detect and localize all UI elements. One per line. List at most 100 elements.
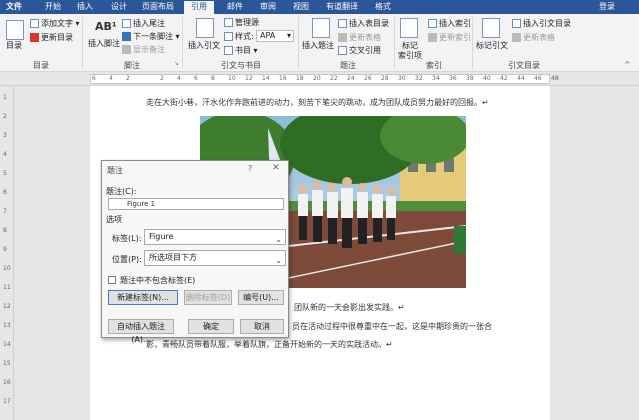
chevron-down-icon: ▾ [286,31,291,40]
insert-index-label: 插入索引 [439,19,471,28]
ruler-tick-label: 40 [483,75,491,82]
numbering-button[interactable]: 编号(U)... [238,290,284,305]
group-label-toc: 目录 [33,61,49,70]
document-paragraph[interactable]: 走在大街小巷，汗水化作奔跑前进的动力，刻苦下笔尖的跳动，成为团队成员努力最好的回… [146,97,489,108]
vertical-ruler-tick-label: 17 [3,398,11,405]
next-footnote-icon [122,32,131,41]
tab-review[interactable]: 审阅 [253,1,283,14]
update-table-button[interactable]: 更新表格 [338,32,381,43]
help-icon[interactable]: ? [248,164,252,173]
insert-footnote-button[interactable]: 插入脚注 [88,38,120,49]
vertical-ruler-tick-label: 9 [3,246,7,253]
delete-label-button[interactable]: 删除标签(D) [184,290,232,305]
vertical-ruler-tick-label: 2 [3,113,7,120]
vertical-ruler-tick-label: 10 [3,265,11,272]
vertical-ruler-tick-label: 4 [3,151,7,158]
tab-home[interactable]: 开始 [38,1,68,14]
vertical-ruler-tick-label: 12 [3,303,11,310]
show-notes-button[interactable]: 显示备注 [122,44,165,55]
group-divider [82,17,83,69]
next-footnote-label: 下一条脚注 ▾ [133,32,180,41]
ruler-tick-label: 42 [500,75,508,82]
manage-sources-button[interactable]: 管理源 [224,17,259,28]
caption-input[interactable]: Figure 1 [108,198,284,210]
ruler-tick-label: 10 [228,75,236,82]
insert-endnote-button[interactable]: 插入尾注 [122,18,165,29]
ruler-tick-label: 24 [347,75,355,82]
tab-insert[interactable]: 插入 [70,1,100,14]
add-text-icon [30,19,39,28]
ruler-tick-label: 46 [534,75,542,82]
group-divider [472,17,473,69]
chevron-down-icon: ⌄ [275,256,282,265]
ruler-tick-label: 28 [381,75,389,82]
tab-references[interactable]: 引用 [184,1,214,14]
insert-toa-button[interactable]: 插入引文目录 [512,18,571,29]
mark-entry-icon [400,18,418,38]
insert-table-of-figures-button[interactable]: 插入表目录 [338,18,389,29]
tab-youdao[interactable]: 有道翻译 [320,1,364,14]
autocaption-button[interactable]: 自动插入题注(A)... [108,319,174,344]
update-toa-button[interactable]: 更新表格 [512,32,555,43]
new-label-button[interactable]: 新建标签(N)... [108,290,178,305]
update-table-icon [338,33,347,42]
tab-page-layout[interactable]: 页面布局 [138,1,178,14]
bibliography-button[interactable]: 书目 ▾ [224,45,258,56]
ruler-tick-label: 12 [245,75,253,82]
ruler-tick-label: 4 [177,75,181,82]
exclude-label-checkbox[interactable] [108,276,116,284]
tab-mailings[interactable]: 邮件 [220,1,250,14]
vertical-ruler-tick-label: 7 [3,208,7,215]
caption-input-value: Figure 1 [127,200,156,208]
horizontal-ruler[interactable]: 6 4 2 2 4 6 8 10 12 14 16 18 20 22 24 26 28 30 32 34 36 38 40 4… [0,72,639,86]
manage-sources-label: 管理源 [235,18,259,27]
vertical-ruler-tick-label: 14 [3,341,11,348]
close-icon[interactable]: ✕ [272,163,280,173]
refresh-icon [30,33,39,42]
group-label-index: 索引 [426,61,442,70]
position-select[interactable]: 所选项目下方 ⌄ [144,250,286,266]
label-select[interactable]: Figure ⌄ [144,229,286,245]
tab-file[interactable]: 文件 [0,1,28,14]
update-index-button[interactable]: 更新索引 [428,32,471,43]
update-toc-button[interactable]: 更新目录 [30,32,73,43]
footnote-dialog-launcher-icon[interactable]: ↘ [174,60,179,67]
dialog-title: 题注 [107,166,123,175]
cross-reference-button[interactable]: 交叉引用 [338,45,381,56]
caption-dialog: 题注 ? ✕ 题注(C): Figure 1 选项 标签(L): Figure ⌄… [101,160,289,344]
collapse-ribbon-icon[interactable]: ^ [624,60,631,69]
ruler-tick-label: 20 [313,75,321,82]
update-index-icon [428,33,437,42]
toc-button[interactable]: 目录 [6,40,22,51]
bibliography-label: 书目 ▾ [235,46,258,55]
document-paragraph[interactable]: 影，青畅队员带着队服，举着队旗，正备开始新的一天的实践活动。↵ [146,339,393,350]
insert-toa-label: 插入引文目录 [523,19,571,28]
mark-citation-button[interactable]: 标记引文 [476,40,508,51]
insert-index-button[interactable]: 插入索引 [428,18,471,29]
insert-citation-button[interactable]: 插入引文 [188,40,220,51]
bibliography-icon [224,46,233,55]
table-of-contents-icon [6,20,24,40]
tab-format[interactable]: 格式 [368,1,398,14]
cancel-button[interactable]: 取消 [240,319,284,334]
vertical-ruler-tick-label: 3 [3,132,7,139]
options-section-label: 选项 [106,215,122,224]
add-text-button[interactable]: 添加文字 ▾ [30,18,80,29]
login-link[interactable]: 登录 [599,1,615,12]
tab-view[interactable]: 视图 [286,1,316,14]
insert-table-of-figures-label: 插入表目录 [349,19,389,28]
tab-design[interactable]: 设计 [104,1,134,14]
ribbon: 目录 添加文字 ▾ 更新目录 目录 AB¹ 插入脚注 插入尾注 下一条脚注 ▾ … [0,14,639,72]
insert-endnote-label: 插入尾注 [133,19,165,28]
citation-style-select[interactable]: APA ▾ [256,30,294,42]
insert-caption-button[interactable]: 插入题注 [302,40,334,51]
group-label-caption: 题注 [340,61,356,70]
mark-citation-icon [482,18,500,38]
next-footnote-button[interactable]: 下一条脚注 ▾ [122,31,180,42]
ruler-tick-label: 16 [279,75,287,82]
vertical-ruler[interactable]: 1 2 3 4 5 6 7 8 9 10 11 12 13 14 15 16 17 [0,86,14,420]
insert-index-icon [428,19,437,28]
document-paragraph[interactable]: 团队新的一天会影出发实践。↵ [294,302,405,313]
document-paragraph[interactable]: 员在活动过程中很尊重中在一起，这是中期珍贵的一张合 [292,321,492,332]
ok-button[interactable]: 确定 [188,319,234,334]
